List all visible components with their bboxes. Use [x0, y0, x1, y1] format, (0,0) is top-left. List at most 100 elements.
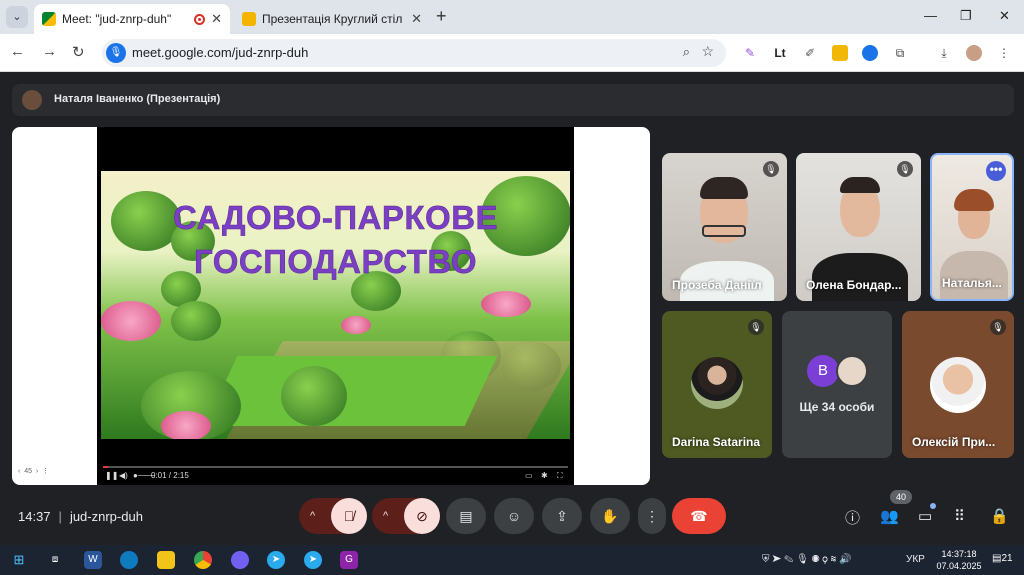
settings-gear-icon[interactable]: ✱: [541, 471, 548, 480]
tab-meet[interactable]: Meet: "jud-znrp-duh" ✕: [34, 4, 230, 34]
mic-off-icon: 🎙: [763, 161, 779, 177]
close-tab-icon[interactable]: ✕: [211, 11, 222, 27]
tray-icons[interactable]: ⛨ ➤ ✎ 🎙 ◉ ⚲ ≋ 🔊: [762, 554, 852, 565]
mic-off-icon: 🎙: [990, 319, 1006, 335]
host-controls-lock-icon[interactable]: 🔒: [990, 507, 1009, 525]
present-screen-button[interactable]: ⇪: [542, 498, 582, 534]
slide-title-line1: САДОВО-ПАРКОВЕ: [172, 199, 499, 237]
captions-button[interactable]: ▤: [446, 498, 486, 534]
slide-page-number: 45: [24, 468, 33, 475]
people-icon[interactable]: 👥: [880, 507, 899, 525]
slide-title-line2: ГОСПОДАРСТВО: [193, 243, 478, 281]
blue-extension-icon[interactable]: [862, 45, 878, 61]
system-clock[interactable]: 14:37:18 07.04.2025: [934, 548, 984, 572]
end-call-button[interactable]: ☎: [672, 498, 726, 534]
minimize-icon[interactable]: —: [924, 8, 937, 23]
others-count-label: Ще 34 особи: [799, 400, 875, 414]
address-bar[interactable]: 🎙 meet.google.com/jud-znrp-duh ⌕ ☆: [102, 39, 726, 67]
meeting-time: 14:37: [18, 509, 51, 524]
participant-tile[interactable]: 🎙 Олексій При...: [902, 311, 1014, 458]
video-player-controls: ❚❚ ◀) ●─── 0:01 / 2:15 ▭ ✱ ⛶: [97, 463, 574, 485]
more-options-icon[interactable]: •••: [986, 161, 1006, 181]
extensions-puzzle-icon[interactable]: ⧉: [892, 45, 908, 61]
zoom-icon[interactable]: ⌕: [683, 44, 690, 60]
participant-tile[interactable]: 🎙 Прозеба Даніїл: [662, 153, 787, 301]
pen-extension-icon[interactable]: ✎: [742, 45, 758, 61]
tab-search-icon[interactable]: ⌄: [6, 6, 28, 28]
fullscreen-icon[interactable]: ⛶: [557, 471, 563, 481]
telegram-icon[interactable]: ➤: [267, 551, 285, 569]
mic-off-button[interactable]: 🎙̸: [331, 498, 367, 534]
new-tab-button[interactable]: +: [436, 6, 447, 27]
presenter-avatar: [22, 90, 42, 110]
mic-off-icon: 🎙: [748, 319, 764, 335]
word-icon[interactable]: W: [84, 551, 102, 569]
edge-icon[interactable]: [120, 551, 138, 569]
browser-tab-strip: ⌄ Meet: "jud-znrp-duh" ✕ Презентація Кру…: [0, 0, 1024, 34]
pause-icon[interactable]: ❚❚: [105, 471, 118, 480]
brush-extension-icon[interactable]: ✐: [802, 45, 818, 61]
participant-avatar: [836, 355, 868, 387]
more-options-button[interactable]: ⋮: [638, 498, 666, 534]
url-text: meet.google.com/jud-znrp-duh: [132, 45, 309, 60]
task-view-icon[interactable]: ⧈: [46, 551, 64, 569]
video-progress-bar[interactable]: [103, 466, 568, 468]
participant-name: Наталья...: [942, 276, 1002, 290]
microphone-icon[interactable]: 🎙: [106, 43, 126, 63]
reload-icon[interactable]: ↻: [72, 43, 85, 61]
presentation-video: САДОВО-ПАРКОВЕ ГОСПОДАРСТВО ❚❚ ◀) ●─── 0…: [97, 127, 574, 485]
google-slides-icon: [242, 12, 256, 26]
activities-grid-icon[interactable]: ⠿: [954, 507, 965, 525]
volume-icon[interactable]: ◀): [119, 471, 128, 480]
chevron-up-icon[interactable]: ^: [310, 498, 315, 534]
back-icon[interactable]: ←: [10, 43, 25, 60]
google-meet-icon: [42, 12, 56, 26]
participant-avatar-letter: B: [807, 355, 839, 387]
participant-tile-speaking[interactable]: ••• Наталья...: [930, 153, 1014, 301]
others-tile[interactable]: B Ще 34 особи: [782, 311, 892, 458]
chat-icon[interactable]: ▭: [918, 507, 932, 525]
keep-extension-icon[interactable]: [832, 45, 848, 61]
video-time: 0:01 / 2:15: [151, 471, 189, 480]
menu-kebab-icon[interactable]: ⋮: [996, 45, 1012, 61]
telegram-icon[interactable]: ➤: [304, 551, 322, 569]
slide-image: САДОВО-ПАРКОВЕ ГОСПОДАРСТВО: [101, 171, 570, 439]
slide-nav[interactable]: ‹ 45 › ⋮: [18, 467, 49, 475]
meeting-code: jud-znrp-duh: [69, 509, 143, 524]
microphone-control[interactable]: ^ 🎙̸: [299, 498, 367, 534]
bookmark-star-icon[interactable]: ☆: [701, 43, 714, 60]
input-language[interactable]: УКР: [906, 554, 925, 565]
participant-avatar: [691, 357, 743, 409]
raise-hand-button[interactable]: ✋: [590, 498, 630, 534]
download-icon[interactable]: ⤓: [936, 45, 952, 61]
emoji-button[interactable]: ☺: [494, 498, 534, 534]
translate-extension-icon[interactable]: Lt: [772, 45, 788, 61]
app-g-icon[interactable]: G: [340, 551, 358, 569]
participant-name: Олексій При...: [912, 435, 996, 449]
file-explorer-icon[interactable]: [157, 551, 175, 569]
tab-slides[interactable]: Презентація Круглий стіл «Мо ✕: [234, 4, 430, 34]
participant-tile[interactable]: 🎙 Darina Satarina: [662, 311, 772, 458]
camera-off-button[interactable]: ⊘: [404, 498, 440, 534]
windows-start-icon[interactable]: ⊞: [10, 551, 28, 569]
participant-name: Прозеба Даніїл: [672, 278, 762, 292]
close-window-icon[interactable]: ✕: [999, 8, 1010, 24]
participant-count-badge: 40: [890, 490, 912, 504]
meeting-details-icon[interactable]: ⓘ: [845, 507, 860, 528]
close-tab-icon[interactable]: ✕: [411, 11, 422, 27]
profile-avatar[interactable]: [966, 45, 982, 61]
participant-name: Darina Satarina: [672, 435, 761, 449]
chevron-up-icon[interactable]: ^: [383, 498, 388, 534]
viber-icon[interactable]: [231, 551, 249, 569]
chrome-icon[interactable]: [194, 551, 212, 569]
participant-tile[interactable]: 🎙 Олена Бондар...: [796, 153, 921, 301]
captions-icon[interactable]: ▭: [525, 471, 533, 480]
tab-title: Презентація Круглий стіл «Мо: [262, 12, 405, 26]
notifications-icon[interactable]: ▤21: [992, 553, 1013, 564]
camera-control[interactable]: ^ ⊘: [372, 498, 440, 534]
forward-icon[interactable]: →: [42, 43, 57, 60]
restore-icon[interactable]: ❐: [960, 8, 972, 24]
participant-avatar: [930, 357, 986, 413]
meeting-info: 14:37 | jud-znrp-duh: [18, 509, 143, 524]
windows-taskbar: ⊞ ⧈ W ➤ ➤ G ⛨ ➤ ✎ 🎙 ◉ ⚲ ≋ 🔊 УКР 14:37:18…: [0, 545, 1024, 575]
